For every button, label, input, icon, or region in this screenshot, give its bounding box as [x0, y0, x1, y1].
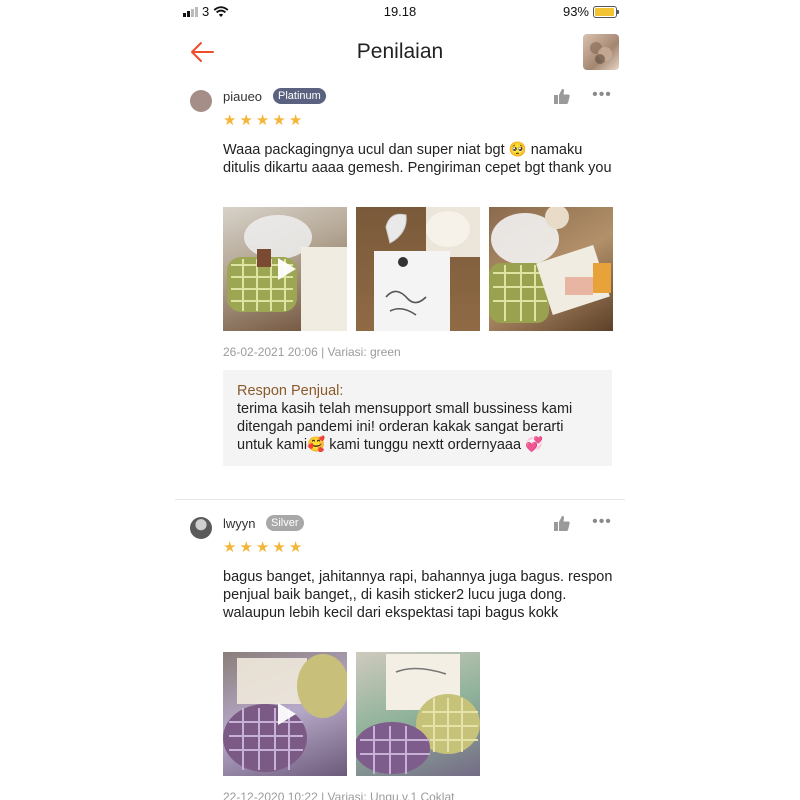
play-icon[interactable]	[271, 700, 299, 728]
photo-thumbnail-image	[489, 207, 611, 323]
review-item: piaueo Platinum ••• ★ ★ ★ ★ ★ Waaa packaging…	[175, 84, 625, 504]
review-photo[interactable]	[356, 207, 480, 331]
photo-thumbnail-image	[374, 207, 480, 331]
page-title: Penilaian	[356, 40, 444, 63]
review-text: bagus banget, jahitannya rapi, bahannya …	[223, 569, 613, 621]
play-icon[interactable]	[271, 255, 299, 283]
status-bar: 3 19.18 93%	[175, 0, 625, 24]
battery-fill	[595, 7, 614, 16]
like-icon[interactable]	[551, 87, 573, 107]
review-username: piaueo	[223, 89, 263, 104]
battery-percent: 93%	[562, 4, 589, 19]
status-right: 93%	[562, 4, 619, 19]
app-screen: 3 19.18 93% Penilaian piaueo Platinum ••…	[175, 0, 625, 800]
star-icon: ★	[288, 112, 303, 129]
seller-response-title: Respon Penjual:	[237, 383, 344, 399]
star-icon: ★	[255, 539, 270, 556]
star-rating: ★ ★ ★ ★ ★	[223, 540, 302, 555]
member-badge: Silver	[266, 515, 304, 531]
battery-icon	[593, 5, 619, 18]
avatar[interactable]	[190, 90, 212, 112]
review-item: lwyyn Silver ••• ★ ★ ★ ★ ★ bagus banget, jah…	[175, 511, 625, 800]
product-image	[590, 42, 612, 64]
star-icon: ★	[239, 539, 253, 556]
product-thumbnail[interactable]	[583, 34, 619, 70]
seller-response: Respon Penjual: terima kasih telah mensu…	[223, 370, 612, 466]
status-time: 19.18	[383, 4, 417, 19]
review-photo[interactable]	[489, 207, 613, 331]
review-media-row	[223, 207, 613, 331]
photo-thumbnail-image	[356, 654, 480, 774]
review-photo[interactable]	[356, 652, 480, 776]
review-meta: 22-12-2020 10:22 | Variasi: Ungu,v.1 Cok…	[223, 790, 455, 800]
seller-response-text: terima kasih telah mensupport small buss…	[237, 401, 573, 453]
star-icon: ★	[239, 112, 253, 129]
avatar[interactable]	[190, 517, 212, 539]
star-rating: ★ ★ ★ ★ ★	[223, 113, 302, 128]
star-icon: ★	[255, 112, 270, 129]
more-options-icon[interactable]: •••	[591, 514, 613, 537]
review-video[interactable]	[223, 207, 347, 331]
header: Penilaian	[175, 28, 625, 78]
star-icon: ★	[223, 112, 237, 129]
member-badge: Platinum	[273, 88, 326, 104]
review-username: lwyyn	[223, 516, 256, 531]
star-icon: ★	[272, 112, 286, 129]
star-icon: ★	[223, 539, 237, 556]
star-icon: ★	[288, 539, 303, 556]
review-text: Waaa packagingnya ucul dan super niat bg…	[223, 142, 612, 176]
review-meta: 26-02-2021 20:06 | Variasi: green	[223, 345, 401, 359]
like-icon[interactable]	[551, 514, 573, 534]
star-icon: ★	[272, 539, 286, 556]
review-video[interactable]	[223, 652, 347, 776]
more-options-icon[interactable]: •••	[591, 87, 613, 110]
review-divider	[175, 499, 625, 500]
review-media-row	[223, 652, 480, 776]
